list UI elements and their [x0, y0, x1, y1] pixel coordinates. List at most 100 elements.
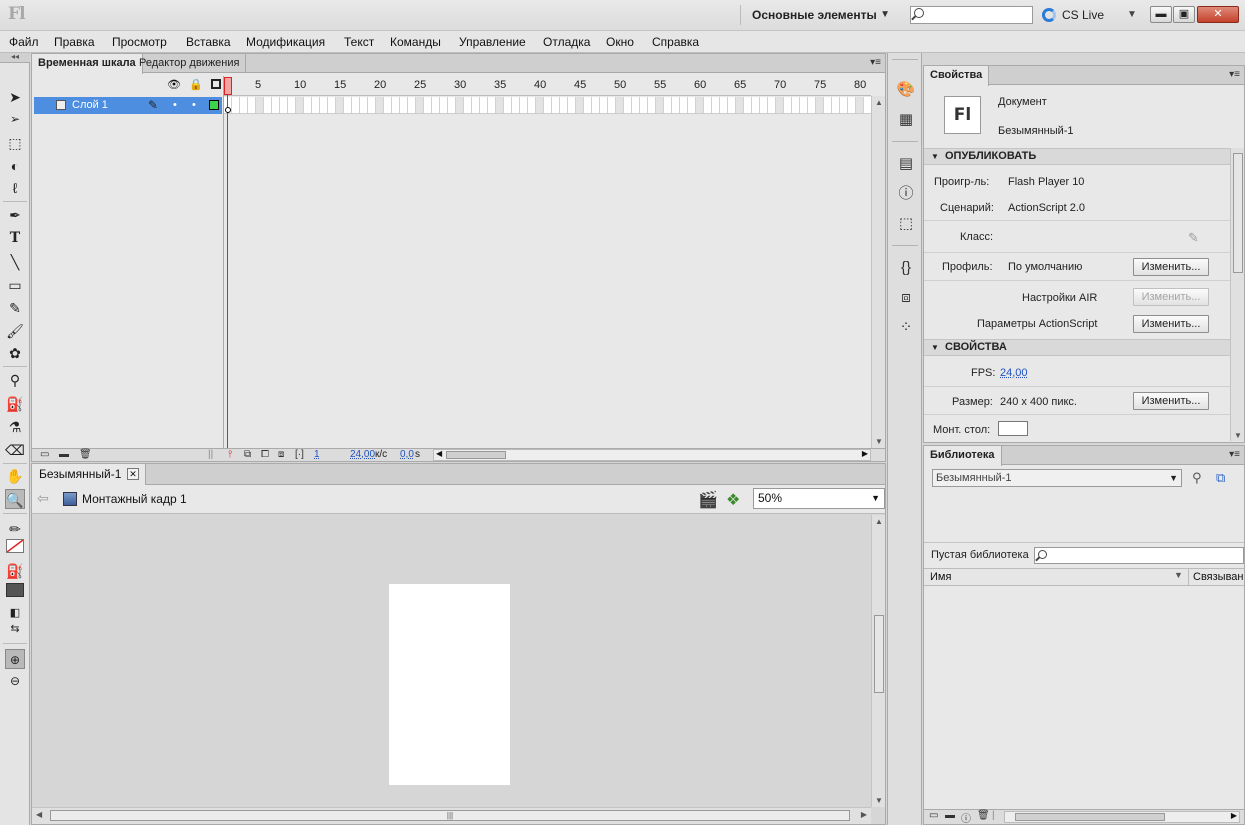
swatches-panel-icon[interactable]: ▦	[895, 109, 917, 131]
bone-tool-icon[interactable]: ⚲	[5, 370, 25, 390]
stroke-color-icon[interactable]: ✏	[5, 519, 25, 539]
panel-menu-icon[interactable]: ▾≡	[1229, 449, 1240, 460]
edit-scene-icon[interactable]: 🎬	[698, 490, 718, 510]
library-horizontal-scrollbar[interactable]: ▶	[1004, 811, 1240, 823]
new-symbol-icon[interactable]: ▭	[929, 810, 938, 821]
new-folder-icon[interactable]: ▬	[945, 810, 955, 821]
scroll-left-icon[interactable]: ◀	[36, 810, 42, 819]
menu-control[interactable]: Управление	[459, 35, 526, 49]
scroll-thumb[interactable]	[1015, 813, 1165, 821]
scroll-right-icon[interactable]: ▶	[1231, 811, 1237, 820]
actions-panel-icon[interactable]: {}	[895, 257, 917, 279]
paint-bucket-tool-icon[interactable]: ⛽	[5, 394, 25, 414]
timeline-vertical-scrollbar[interactable]: ▲ ▼	[871, 96, 885, 448]
pencil-tool-icon[interactable]: ✎	[5, 298, 25, 318]
back-arrow-icon[interactable]: ⇦	[37, 490, 49, 507]
properties-scrollbar[interactable]: ▼	[1230, 148, 1244, 441]
scroll-up-icon[interactable]: ▲	[875, 517, 883, 526]
color-panel-icon[interactable]: 🎨	[895, 79, 917, 101]
column-linkage[interactable]: Связыван	[1188, 569, 1244, 585]
menu-text[interactable]: Текст	[344, 35, 374, 49]
new-library-panel-icon[interactable]: ⧉	[1216, 470, 1225, 486]
menu-debug[interactable]: Отладка	[543, 35, 590, 49]
tab-timeline[interactable]: Временная шкала	[32, 54, 143, 74]
zoom-tool-icon[interactable]: 🔍	[5, 489, 25, 509]
library-item-list[interactable]	[924, 586, 1244, 808]
info-panel-icon[interactable]: ⓘ	[895, 183, 917, 205]
layer-row[interactable]: Слой 1 ✎ • •	[34, 97, 222, 114]
rectangle-tool-icon[interactable]: ▭	[5, 275, 25, 295]
tab-motion-editor[interactable]: Редактор движения	[133, 54, 247, 73]
zoom-in-icon[interactable]: ⊕	[5, 649, 25, 669]
edit-class-pencil-icon[interactable]: ✎	[1188, 230, 1199, 246]
edit-multiple-frames-icon[interactable]: ⧈	[278, 449, 284, 460]
scroll-down-icon[interactable]: ▼	[875, 796, 883, 805]
scroll-right-icon[interactable]: ▶	[862, 449, 868, 458]
strip-grip[interactable]	[892, 59, 918, 60]
lock-dot-icon[interactable]: •	[192, 97, 196, 114]
stage[interactable]	[389, 584, 510, 785]
menu-view[interactable]: Просмотр	[112, 35, 167, 49]
help-search-input[interactable]	[910, 6, 1033, 24]
menu-insert[interactable]: Вставка	[186, 35, 231, 49]
current-frame-value[interactable]: 1	[314, 449, 320, 460]
layer-outline-color[interactable]	[209, 100, 219, 110]
fill-color-swatch[interactable]	[6, 583, 24, 597]
tab-library[interactable]: Библиотека	[924, 446, 1002, 466]
lock-icon[interactable]: 🔒	[189, 79, 203, 91]
free-transform-tool-icon[interactable]: ⬚	[5, 133, 25, 153]
pen-tool-icon[interactable]: ✒	[5, 205, 25, 225]
delete-icon[interactable]: 🗑	[977, 810, 990, 821]
cs-live-icon[interactable]	[1042, 8, 1056, 22]
swap-colors-icon[interactable]: ⇆	[5, 619, 25, 639]
scene-name[interactable]: Монтажный кадр 1	[82, 492, 187, 506]
frame-area[interactable]: 1 5 10 15 20 25 30 35 40 45 50 55 60 65 …	[223, 76, 871, 448]
pin-library-icon[interactable]: ⚲	[1192, 470, 1202, 486]
maximize-button[interactable]: ▣	[1173, 6, 1195, 23]
layer-frames-row[interactable]	[224, 97, 871, 114]
close-icon[interactable]: ✕	[127, 468, 139, 480]
close-button[interactable]: ✕	[1197, 6, 1239, 23]
fill-color-icon[interactable]: ⛽	[5, 561, 25, 581]
new-folder-icon[interactable]: ▬	[59, 449, 69, 460]
menu-file[interactable]: Файл	[9, 35, 39, 49]
align-panel-icon[interactable]: ▤	[895, 153, 917, 175]
outline-icon[interactable]	[210, 79, 221, 89]
selection-tool-icon[interactable]: ➤	[5, 87, 25, 107]
eraser-tool-icon[interactable]: ⌫	[5, 440, 25, 460]
edit-symbols-icon[interactable]: ❖	[726, 490, 740, 510]
eyedropper-tool-icon[interactable]: ⚗	[5, 417, 25, 437]
cs-live-label[interactable]: CS Live	[1062, 8, 1104, 22]
scroll-down-icon[interactable]: ▼	[875, 437, 883, 446]
playhead[interactable]	[224, 77, 232, 95]
tab-properties[interactable]: Свойства	[924, 66, 990, 86]
section-properties-header[interactable]: ▼ СВОЙСТВА	[924, 339, 1230, 356]
properties-icon[interactable]: ⓘ	[961, 810, 971, 825]
actionscript-change-button[interactable]: Изменить...	[1133, 315, 1209, 333]
zoom-out-icon[interactable]: ⊖	[5, 671, 25, 691]
library-search-input[interactable]	[1034, 547, 1244, 564]
panel-menu-icon[interactable]: ▾≡	[870, 57, 881, 68]
3d-rotation-tool-icon[interactable]: ◐	[5, 156, 25, 176]
panel-menu-icon[interactable]: ▾≡	[1229, 69, 1240, 80]
scroll-right-icon[interactable]: ▶	[861, 810, 867, 819]
frame-rate-value[interactable]: 24,00	[350, 449, 375, 460]
chevron-down-icon[interactable]: ▼	[1127, 9, 1137, 20]
center-frame-icon[interactable]: ⫯	[228, 449, 232, 460]
brush-tool-icon[interactable]: 🖌	[5, 321, 25, 341]
delete-layer-icon[interactable]: 🗑	[79, 449, 92, 460]
column-name[interactable]: Имя	[930, 571, 951, 583]
air-change-button[interactable]: Изменить...	[1133, 288, 1209, 306]
visibility-dot-icon[interactable]: •	[173, 97, 177, 114]
scroll-thumb[interactable]	[874, 615, 884, 693]
keyframe-icon[interactable]	[225, 107, 231, 113]
timeline-horizontal-scrollbar[interactable]: ◀ ▶	[433, 449, 871, 461]
menu-window[interactable]: Окно	[606, 35, 634, 49]
pasteboard[interactable]	[32, 515, 871, 807]
timeline-ruler[interactable]: 1 5 10 15 20 25 30 35 40 45 50 55 60 65 …	[224, 76, 871, 96]
stage-color-swatch[interactable]	[998, 421, 1028, 436]
layer-name[interactable]: Слой 1	[72, 97, 108, 114]
sort-chevron-icon[interactable]: ▼	[1174, 570, 1183, 580]
stroke-color-swatch[interactable]	[6, 539, 24, 553]
section-publish-header[interactable]: ▼ ОПУБЛИКОВАТЬ	[924, 148, 1230, 165]
